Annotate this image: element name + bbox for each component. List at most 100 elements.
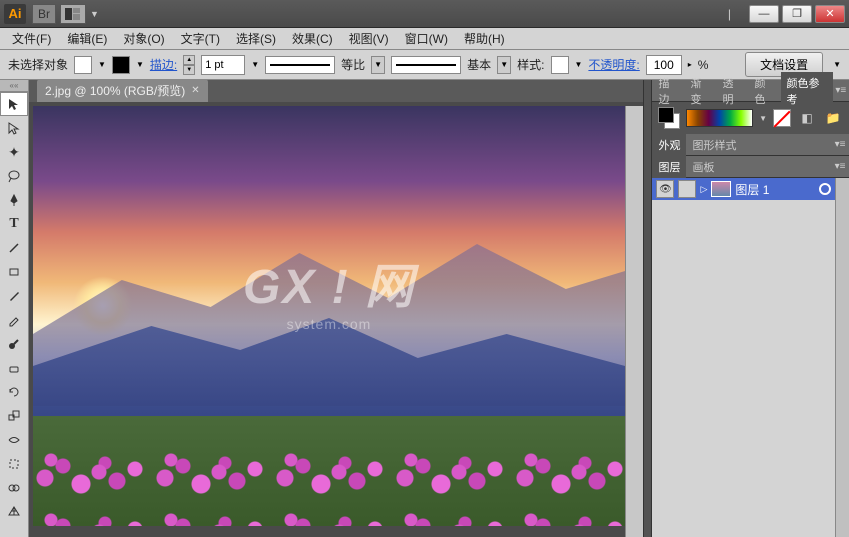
lock-cell[interactable] [678,180,696,198]
stroke-profile[interactable] [265,56,335,74]
stroke-dropdown-icon[interactable]: ▼ [136,60,144,69]
direct-selection-tool[interactable] [0,116,28,140]
menu-view[interactable]: 视图(V) [341,27,397,50]
style-label: 样式: [517,56,544,73]
fill-stroke-swatches[interactable] [658,107,680,129]
toolbox: «« ✦ T [0,80,29,537]
canvas-wrap: GX ! 网 system.com [29,102,643,537]
layers-panel-menu-icon[interactable]: ▾≡ [831,161,849,172]
document-area: 2.jpg @ 100% (RGB/预览) ✕ GX ! 网 system.co… [29,80,643,537]
title-bar: Ai Br ▼ | — ❐ ✕ [0,0,849,28]
document-tab[interactable]: 2.jpg @ 100% (RGB/预览) ✕ [37,79,208,102]
expand-layer-icon[interactable]: ▷ [700,184,707,195]
fill-swatch[interactable] [74,56,92,74]
menu-type[interactable]: 文字(T) [173,27,228,50]
pencil-tool[interactable] [0,308,28,332]
uniform-label: 等比 [341,56,365,73]
menu-window[interactable]: 窗口(W) [397,27,456,50]
menu-object[interactable]: 对象(O) [115,27,172,50]
arrange-dropdown-icon[interactable]: ▼ [90,9,99,19]
right-panels: 描边 渐变 透明 颜色 颜色参考 ▾≡ ▼ ◧ 📁 外观 图形样式 ▾≡ 图层 … [652,80,849,537]
dock-strip[interactable] [643,80,652,537]
arrange-icon [65,8,81,20]
free-transform-tool[interactable] [0,452,28,476]
maximize-button[interactable]: ❐ [782,5,812,23]
style-swatch[interactable] [551,56,569,74]
width-tool[interactable] [0,428,28,452]
stroke-weight-input[interactable]: 1 pt [201,55,245,75]
lasso-tool[interactable] [0,164,28,188]
window-controls: — ❐ ✕ [749,5,845,23]
watermark-sub: system.com [287,316,372,332]
title-divider: | [728,7,731,21]
layer-thumbnail [711,181,731,197]
stroke-swatch[interactable] [112,56,130,74]
tab-appearance[interactable]: 外观 [652,134,686,156]
layer-row[interactable]: 👁 ▷ 图层 1 [652,178,835,200]
fill-dropdown-icon[interactable]: ▼ [98,60,106,69]
profile-dd-icon[interactable]: ▼ [371,56,385,74]
menu-file[interactable]: 文件(F) [4,27,59,50]
layers-panel-tabs: 图层 画板 ▾≡ [652,156,849,178]
menu-bar: 文件(F) 编辑(E) 对象(O) 文字(T) 选择(S) 效果(C) 视图(V… [0,28,849,50]
color-options-icon[interactable]: ◧ [797,109,817,127]
selection-tool[interactable] [0,92,28,116]
close-tab-icon[interactable]: ✕ [191,85,199,96]
stroke-panel-link[interactable]: 描边: [150,56,177,73]
stroke-weight-stepper[interactable]: ▲▼ [183,55,195,75]
new-group-icon[interactable]: 📁 [823,109,843,127]
rotate-tool[interactable] [0,380,28,404]
shape-builder-tool[interactable] [0,476,28,500]
tab-graphic-styles[interactable]: 图形样式 [686,134,742,156]
color-panel-tabs: 描边 渐变 透明 颜色 颜色参考 ▾≡ [652,80,849,102]
rectangle-tool[interactable] [0,260,28,284]
type-tool[interactable]: T [0,212,28,236]
layers-wrap: 👁 ▷ 图层 1 [652,178,849,537]
opacity-unit: % [698,58,709,72]
target-icon[interactable] [819,183,831,195]
magic-wand-tool[interactable]: ✦ [0,140,28,164]
docsetup-dd-icon[interactable]: ▼ [833,60,841,69]
color-spectrum[interactable] [686,109,753,127]
document-tab-row: 2.jpg @ 100% (RGB/预览) ✕ [29,80,643,102]
menu-effect[interactable]: 效果(C) [284,27,341,50]
arrange-docs-button[interactable] [60,4,86,24]
bridge-button[interactable]: Br [32,4,56,24]
paintbrush-tool[interactable] [0,284,28,308]
layers-empty-area [652,200,835,537]
appearance-panel-tabs: 外观 图形样式 ▾≡ [652,134,849,156]
perspective-tool[interactable] [0,500,28,524]
spectrum-dd-icon[interactable]: ▼ [759,114,767,123]
scale-tool[interactable] [0,404,28,428]
close-button[interactable]: ✕ [815,5,845,23]
opacity-link[interactable]: 不透明度: [588,56,639,73]
menu-help[interactable]: 帮助(H) [456,27,513,50]
color-guide-body: ▼ ◧ 📁 [652,102,849,134]
menu-select[interactable]: 选择(S) [228,27,284,50]
none-swatch[interactable] [773,109,791,127]
layer-name[interactable]: 图层 1 [735,181,769,198]
line-tool[interactable] [0,236,28,260]
minimize-button[interactable]: — [749,5,779,23]
layers-scrollbar[interactable] [835,178,849,537]
eraser-tool[interactable] [0,356,28,380]
brush-def[interactable] [391,56,461,74]
canvas[interactable]: GX ! 网 system.com [33,106,625,526]
style-dd-icon[interactable]: ▼ [575,60,583,69]
tab-artboards[interactable]: 画板 [686,156,720,178]
menu-edit[interactable]: 编辑(E) [59,27,115,50]
tab-layers[interactable]: 图层 [652,156,686,178]
opacity-dd-icon[interactable]: ▸ [688,60,692,69]
vertical-scrollbar[interactable] [625,106,643,537]
toolbox-grip[interactable]: «« [0,80,28,92]
brush-dd-icon[interactable]: ▼ [497,56,511,74]
visibility-toggle[interactable]: 👁 [656,180,674,198]
blob-brush-tool[interactable] [0,332,28,356]
color-panel-menu-icon[interactable]: ▾≡ [833,85,849,96]
stroke-weight-dd-icon[interactable]: ▼ [251,60,259,69]
basic-label: 基本 [467,56,491,73]
appearance-panel-menu-icon[interactable]: ▾≡ [831,139,849,150]
document-tab-title: 2.jpg @ 100% (RGB/预览) [45,82,185,99]
no-selection-label: 未选择对象 [8,56,68,73]
pen-tool[interactable] [0,188,28,212]
